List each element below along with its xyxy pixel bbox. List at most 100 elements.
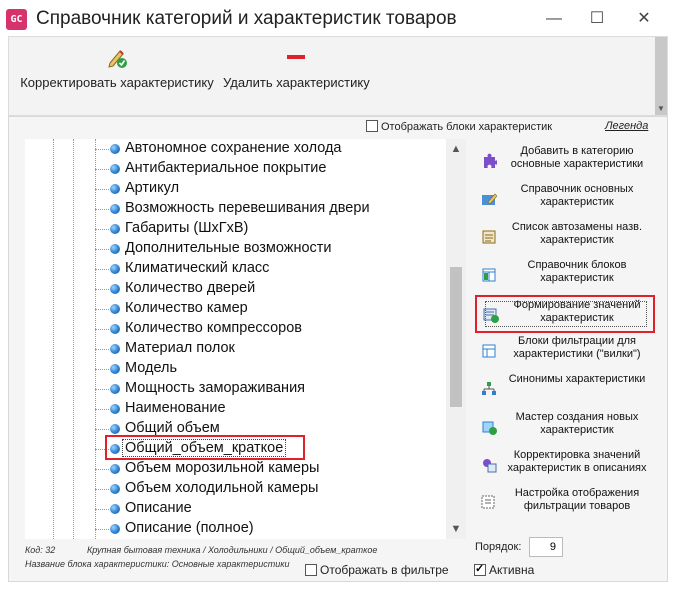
action-button[interactable]: Синонимы характеристики — [475, 371, 655, 409]
tree-item-label: Артикул — [125, 180, 180, 196]
tree-item-label: Количество камер — [125, 300, 248, 316]
pencil-check-icon — [108, 50, 127, 68]
code-label: Код: 32 — [25, 545, 56, 555]
tree-item[interactable]: Возможность перевешивания двери — [25, 199, 455, 219]
tree-item-label: Антибактериальное покрытие — [125, 160, 327, 176]
bullet-icon — [110, 264, 120, 274]
status-line: Код: 32 Крупная бытовая техника / Холоди… — [25, 545, 377, 555]
tree-connector — [95, 349, 109, 350]
tree-connector — [95, 529, 109, 530]
action-button[interactable]: Формирование значений характеристик — [475, 295, 655, 333]
tree-connector — [95, 209, 109, 210]
synonyms-tree-icon — [482, 382, 496, 395]
tree-connector — [95, 269, 109, 270]
show-in-filter-option[interactable]: Отображать в фильтре — [305, 563, 449, 577]
autoreplace-list-icon — [482, 230, 496, 244]
action-label: Справочник основных характеристик — [520, 183, 634, 208]
action-button[interactable]: Добавить в категорию основные характерис… — [475, 143, 655, 181]
filter-blocks-icon — [482, 344, 496, 358]
tree-connector — [95, 429, 109, 430]
tree-connector — [95, 509, 109, 510]
tree-item[interactable]: Количество компрессоров — [25, 319, 455, 339]
bullet-icon — [110, 304, 120, 314]
chevron-down-icon: ▼ — [657, 104, 665, 113]
tree-connector — [95, 329, 109, 330]
action-button[interactable]: Справочник основных характеристик — [475, 181, 655, 219]
legend-link[interactable]: Легенда — [605, 120, 648, 132]
tree-item[interactable]: Материал полок — [25, 339, 455, 359]
tree-item[interactable]: Модель — [25, 359, 455, 379]
tree-item[interactable]: Наименование — [25, 399, 455, 419]
scroll-thumb[interactable] — [450, 267, 462, 407]
active-option[interactable]: Активна — [474, 562, 535, 577]
bullet-icon — [110, 184, 120, 194]
tree-connector — [95, 229, 109, 230]
tree-item[interactable]: Автономное сохранение холода — [25, 139, 455, 159]
tree-item[interactable]: Объем холодильной камеры — [25, 479, 455, 499]
active-label: Активна — [489, 563, 535, 577]
action-label: Список автозамены назв. характеристик — [511, 221, 643, 246]
action-button[interactable]: Настройка отображения фильтрации товаров — [475, 485, 655, 523]
tree-scrollbar[interactable]: ▲ ▼ — [446, 139, 466, 539]
toolbar-scrollbar[interactable]: ▼ — [655, 37, 667, 115]
puzzle-plus-icon — [484, 153, 497, 168]
edit-characteristic-button[interactable]: Корректировать характеристику — [19, 41, 215, 111]
block-name-label: Название блока характеристики: Основные … — [25, 559, 290, 569]
action-button[interactable]: Мастер создания новых характеристик — [475, 409, 655, 447]
tree-connector — [95, 249, 109, 250]
delete-characteristic-button[interactable]: Удалить характеристику — [223, 41, 370, 111]
action-button[interactable]: Блоки фильтрации для характеристики ("ви… — [475, 333, 655, 371]
tree-item[interactable]: Антибактериальное покрытие — [25, 159, 455, 179]
tree-item[interactable]: Количество дверей — [25, 279, 455, 299]
filter-settings-icon — [481, 495, 495, 509]
tree-item-label: Автономное сохранение холода — [125, 140, 342, 156]
show-blocks-label: Отображать блоки характеристик — [381, 121, 553, 133]
tree-item[interactable]: Артикул — [25, 179, 455, 199]
tree-connector — [95, 409, 109, 410]
action-button[interactable]: Корректировка значений характеристик в о… — [475, 447, 655, 485]
tree-item[interactable]: Описание (полное) — [25, 519, 455, 539]
title-bar: GC Справочник категорий и характеристик … — [0, 0, 676, 36]
tree-connector — [95, 369, 109, 370]
close-button[interactable]: ✕ — [630, 8, 658, 30]
wizard-icon — [482, 421, 497, 435]
tree-connector — [95, 189, 109, 190]
tree-item[interactable]: Габариты (ШхГхВ) — [25, 219, 455, 239]
show-blocks-option[interactable]: Отображать блоки характеристик — [366, 120, 552, 136]
scroll-up-button[interactable]: ▲ — [446, 139, 466, 159]
order-label: Порядок: — [475, 541, 522, 553]
order-input[interactable]: 9 — [529, 537, 563, 557]
action-button[interactable]: Справочник блоков характеристик — [475, 257, 655, 295]
tree-item[interactable]: Описание — [25, 499, 455, 519]
action-label: Справочник блоков характеристик — [527, 259, 627, 284]
app-icon: GC — [6, 9, 27, 30]
tree-item-label: Объем морозильной камеры — [125, 460, 320, 476]
bullet-icon — [110, 204, 120, 214]
tree-item[interactable]: Количество камер — [25, 299, 455, 319]
bullet-icon — [110, 524, 120, 534]
bullet-icon — [110, 224, 120, 234]
bullet-icon — [110, 364, 120, 374]
window-title: Справочник категорий и характеристик тов… — [36, 8, 457, 29]
maximize-button[interactable]: ☐ — [583, 8, 611, 30]
bullet-icon — [110, 244, 120, 254]
action-label: Настройка отображения фильтрации товаров — [514, 487, 640, 512]
scroll-down-button[interactable]: ▼ — [446, 519, 466, 539]
show-in-filter-checkbox[interactable] — [305, 564, 317, 576]
bullet-icon — [110, 164, 120, 174]
minimize-button[interactable]: — — [540, 8, 568, 30]
tree-item[interactable]: Дополнительные возможности — [25, 239, 455, 259]
action-label: Добавить в категорию основные характерис… — [510, 145, 644, 170]
tree-item-label: Модель — [125, 360, 178, 376]
action-button[interactable]: Список автозамены назв. характеристик — [475, 219, 655, 257]
tree-item[interactable]: Мощность замораживания — [25, 379, 455, 399]
tree-item[interactable]: Климатический класс — [25, 259, 455, 279]
bullet-icon — [110, 324, 120, 334]
show-blocks-checkbox[interactable] — [366, 120, 378, 132]
tree-item[interactable]: Объем морозильной камеры — [25, 459, 455, 479]
toolbar: Корректировать характеристику Удалить ха… — [8, 36, 668, 116]
active-checkbox[interactable] — [474, 562, 486, 576]
tree-connector — [95, 489, 109, 490]
tree-item-label: Общий объем — [125, 420, 220, 436]
tree-connector — [95, 149, 109, 150]
